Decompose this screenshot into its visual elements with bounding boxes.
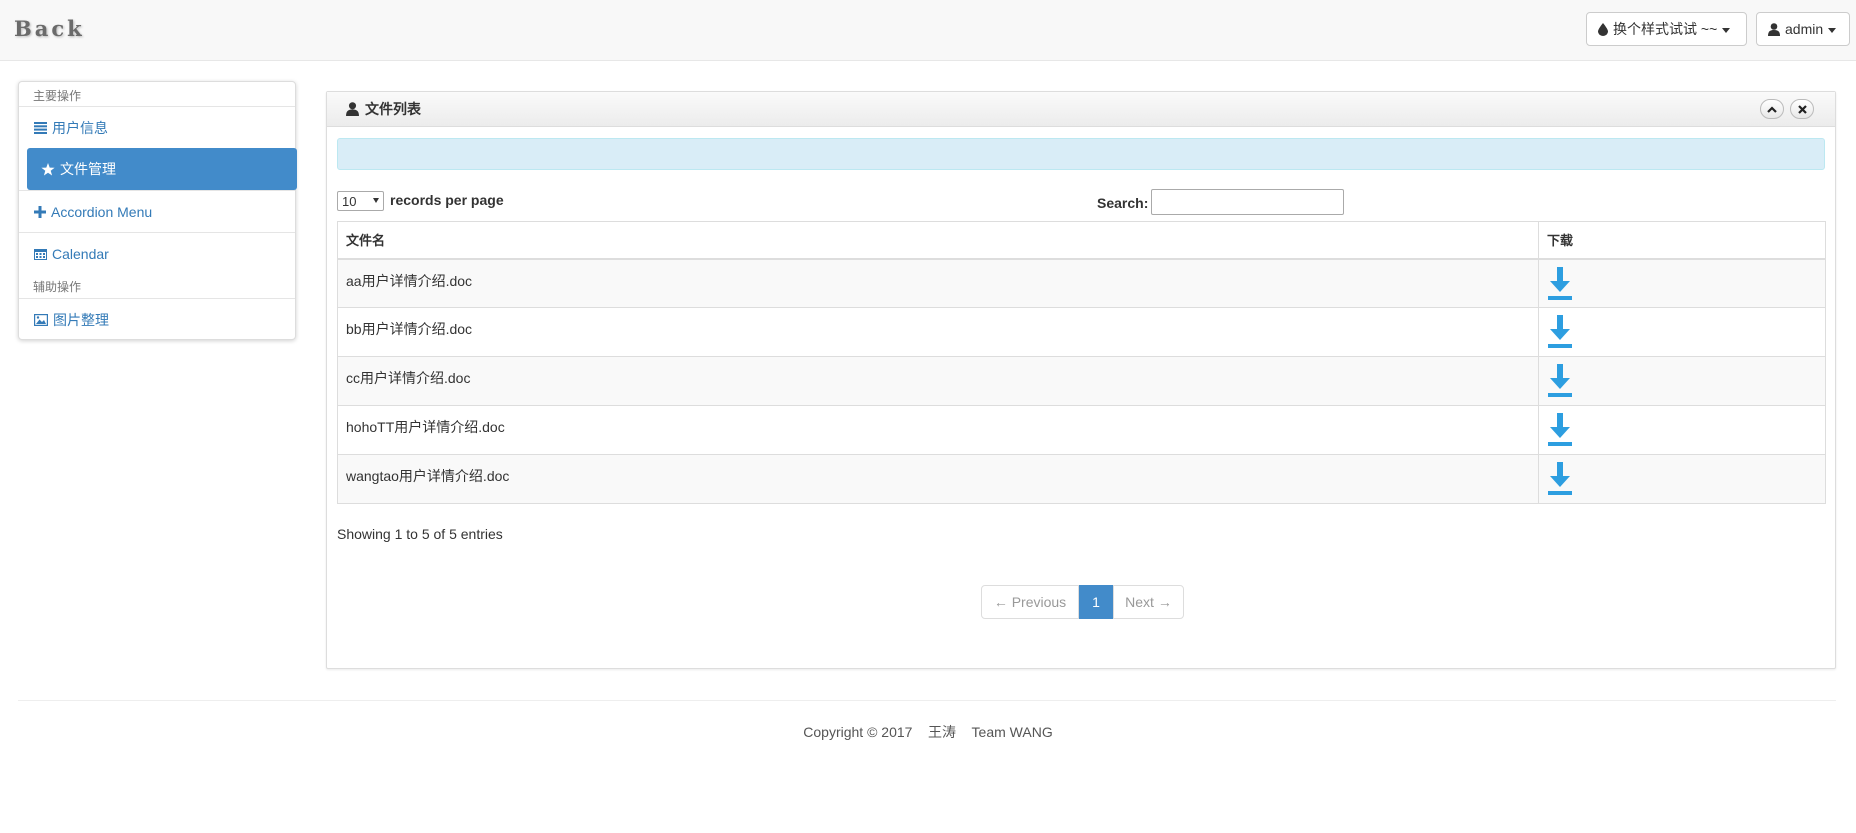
records-per-page-select[interactable]: 10	[337, 191, 384, 211]
table-header-row: 文件名 下载	[337, 221, 1826, 260]
sidebar-item-accordion-menu[interactable]: Accordion Menu	[19, 190, 295, 232]
sidebar-item-file-management[interactable]: 文件管理	[27, 148, 297, 190]
pagination: ← Previous 1 Next →	[981, 585, 1184, 619]
panel-title: 文件列表	[365, 101, 421, 117]
close-icon	[1797, 104, 1807, 114]
panel-header: 文件列表	[327, 92, 1835, 127]
next-page-button[interactable]: Next →	[1113, 585, 1184, 619]
column-header-filename[interactable]: 文件名	[337, 221, 1539, 260]
user-icon	[1768, 22, 1780, 36]
list-icon	[34, 121, 47, 134]
sidebar-item-label: Calendar	[52, 245, 109, 262]
tint-icon	[1598, 22, 1608, 36]
column-header-download[interactable]: 下载	[1538, 221, 1826, 260]
download-cell	[1538, 356, 1826, 406]
download-cell	[1538, 405, 1826, 455]
download-icon[interactable]	[1547, 413, 1573, 447]
search-input[interactable]	[1151, 189, 1344, 215]
sidebar: 主要操作 用户信息 文件管理 Accordion Menu Calendar 辅…	[18, 81, 297, 340]
caret-down-icon	[1722, 27, 1731, 33]
download-cell	[1538, 258, 1826, 308]
sidebar-item-calendar[interactable]: Calendar	[19, 232, 295, 274]
brand-logo[interactable]: Back	[14, 16, 85, 41]
caret-down-icon	[1828, 27, 1837, 33]
star-icon	[41, 162, 55, 176]
sidebar-item-user-info[interactable]: 用户信息	[19, 106, 295, 148]
style-switcher-label: 换个样式试试 ~~	[1613, 21, 1718, 37]
download-icon[interactable]	[1547, 462, 1573, 496]
sidebar-item-label: 用户信息	[52, 119, 108, 136]
download-cell	[1538, 307, 1826, 357]
footer-copyright: Copyright © 2017 王涛 Team WANG	[803, 724, 1053, 740]
info-alert	[337, 138, 1825, 170]
table-row: wangtao用户详情介绍.doc	[337, 454, 1826, 504]
sidebar-item-label: 文件管理	[60, 161, 116, 177]
download-icon[interactable]	[1547, 364, 1573, 398]
table-info: Showing 1 to 5 of 5 entries	[337, 526, 503, 542]
table-row: hohoTT用户详情介绍.doc	[337, 405, 1826, 455]
table-row: aa用户详情介绍.doc	[337, 258, 1826, 308]
sidebar-header-main: 主要操作	[33, 89, 82, 103]
search-label: Search:	[1097, 195, 1149, 211]
footer-divider	[18, 700, 1836, 701]
previous-page-button[interactable]: ← Previous	[981, 585, 1079, 619]
user-menu-label: admin	[1785, 21, 1824, 37]
file-name-cell: bb用户详情介绍.doc	[337, 307, 1539, 357]
file-name-cell: wangtao用户详情介绍.doc	[337, 454, 1539, 504]
file-name-cell: cc用户详情介绍.doc	[337, 356, 1539, 406]
sidebar-item-label: 图片整理	[53, 311, 109, 328]
top-navbar: Back 换个样式试试 ~~ admin	[0, 0, 1856, 61]
collapse-button[interactable]	[1760, 99, 1784, 119]
sidebar-item-picture[interactable]: 图片整理	[19, 298, 295, 340]
sidebar-header-aux: 辅助操作	[33, 280, 82, 294]
close-button[interactable]	[1790, 99, 1814, 119]
user-icon	[346, 102, 359, 116]
file-name-cell: hohoTT用户详情介绍.doc	[337, 405, 1539, 455]
download-icon[interactable]	[1547, 315, 1573, 349]
user-menu-dropdown[interactable]: admin	[1756, 12, 1850, 46]
download-cell	[1538, 454, 1826, 504]
file-name-cell: aa用户详情介绍.doc	[337, 258, 1539, 308]
calendar-icon	[34, 248, 47, 260]
records-per-page-label: records per page	[390, 192, 504, 208]
chevron-up-icon	[1767, 105, 1777, 113]
download-icon[interactable]	[1547, 266, 1573, 301]
picture-icon	[34, 313, 48, 326]
file-list-panel: 文件列表 10 records per page Search: 文件名 下载 …	[326, 91, 1836, 669]
table-row: bb用户详情介绍.doc	[337, 307, 1826, 357]
plus-icon	[34, 205, 46, 218]
table-row: cc用户详情介绍.doc	[337, 356, 1826, 406]
file-table: 文件名 下载 aa用户详情介绍.doc bb用户详情介绍.doc cc用户详情介绍.…	[337, 221, 1826, 504]
page-1-button[interactable]: 1	[1079, 585, 1113, 619]
caret-down-icon	[373, 198, 379, 203]
sidebar-item-label: Accordion Menu	[51, 203, 153, 220]
style-switcher-dropdown[interactable]: 换个样式试试 ~~	[1586, 12, 1747, 46]
records-per-page-value: 10	[342, 193, 357, 209]
